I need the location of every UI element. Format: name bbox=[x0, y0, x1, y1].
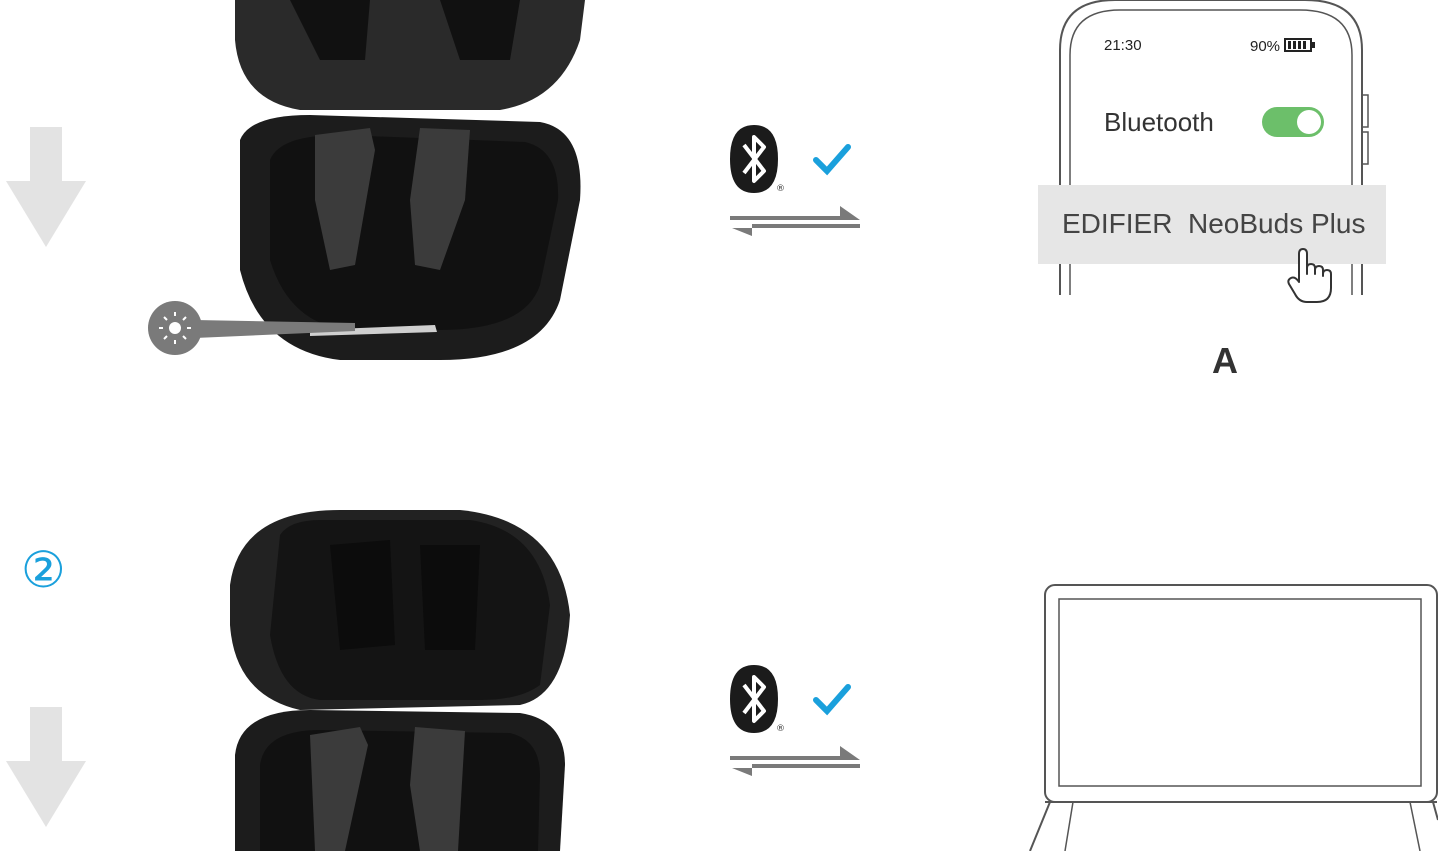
laptop-outline bbox=[1029, 584, 1438, 851]
swap-arrows-icon bbox=[730, 206, 860, 236]
earbuds-case-open-image bbox=[230, 510, 570, 851]
battery-percent: 90% bbox=[1250, 37, 1316, 55]
check-icon bbox=[813, 144, 851, 176]
check-icon bbox=[813, 684, 851, 716]
svg-text:®: ® bbox=[776, 184, 785, 194]
earbuds-case-open-image bbox=[148, 0, 585, 360]
bluetooth-icon: ® bbox=[730, 665, 785, 734]
arrow-down-icon bbox=[6, 707, 86, 827]
battery-icon bbox=[1284, 38, 1316, 52]
hand-pointer-icon bbox=[1287, 248, 1332, 303]
bluetooth-toggle[interactable] bbox=[1262, 107, 1324, 137]
bluetooth-icon: ® bbox=[730, 125, 785, 194]
phone-time: 21:30 bbox=[1104, 37, 1142, 54]
step-number: ② bbox=[21, 541, 66, 599]
arrow-down-icon bbox=[6, 127, 86, 247]
svg-text:®: ® bbox=[776, 724, 785, 734]
device-name: EDIFIER NeoBuds Plus bbox=[1062, 208, 1366, 239]
swap-arrows-icon bbox=[730, 746, 860, 776]
toggle-knob bbox=[1297, 110, 1321, 134]
bluetooth-setting-label: Bluetooth bbox=[1104, 107, 1214, 137]
scenario-label: A bbox=[1212, 340, 1238, 381]
